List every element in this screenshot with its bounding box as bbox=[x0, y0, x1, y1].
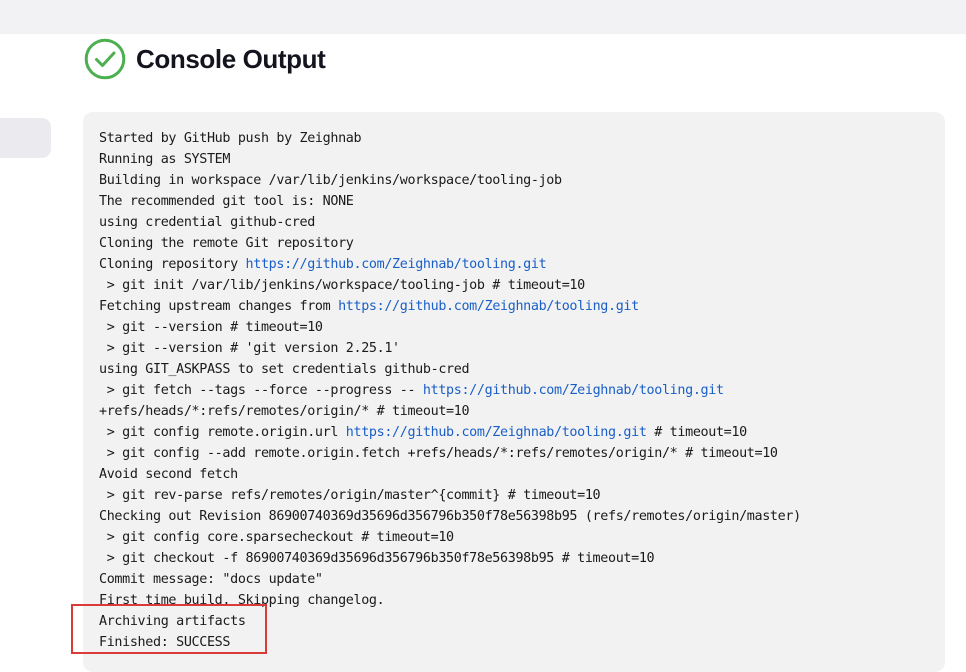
console-text: +refs/heads/*:refs/remotes/origin/* # ti… bbox=[99, 404, 470, 419]
console-line: Running as SYSTEM bbox=[99, 149, 945, 170]
console-line: +refs/heads/*:refs/remotes/origin/* # ti… bbox=[99, 401, 945, 422]
console-line: Commit message: "docs update" bbox=[99, 569, 945, 590]
console-text: using credential github-cred bbox=[99, 215, 315, 230]
console-text: > git config remote.origin.url bbox=[99, 425, 346, 440]
console-text: Running as SYSTEM bbox=[99, 152, 231, 167]
repository-link[interactable]: https://github.com/Zeighnab/tooling.git bbox=[346, 425, 647, 440]
console-text: Cloning repository bbox=[99, 257, 246, 272]
top-header-bar bbox=[0, 0, 966, 34]
annotation-highlight-box bbox=[71, 604, 267, 654]
console-text: # timeout=10 bbox=[646, 425, 747, 440]
console-line: > git fetch --tags --force --progress --… bbox=[99, 380, 945, 401]
console-text: > git --version # timeout=10 bbox=[99, 320, 323, 335]
console-text: > git checkout -f 86900740369d35696d3567… bbox=[99, 551, 655, 566]
console-line: Building in workspace /var/lib/jenkins/w… bbox=[99, 170, 945, 191]
console-line: > git config core.sparsecheckout # timeo… bbox=[99, 527, 945, 548]
console-line: > git init /var/lib/jenkins/workspace/to… bbox=[99, 275, 945, 296]
console-text: Fetching upstream changes from bbox=[99, 299, 339, 314]
console-text: Checking out Revision 86900740369d35696d… bbox=[99, 509, 801, 524]
console-line: Started by GitHub push by Zeighnab bbox=[99, 128, 945, 149]
console-line: Cloning repository https://github.com/Ze… bbox=[99, 254, 945, 275]
console-text: Avoid second fetch bbox=[99, 467, 238, 482]
console-text: > git config core.sparsecheckout # timeo… bbox=[99, 530, 454, 545]
console-text: > git fetch --tags --force --progress -- bbox=[99, 383, 423, 398]
console-text: Building in workspace /var/lib/jenkins/w… bbox=[99, 173, 562, 188]
console-line: > git rev-parse refs/remotes/origin/mast… bbox=[99, 485, 945, 506]
console-log: Started by GitHub push by Zeighnab Runnin… bbox=[99, 128, 945, 653]
console-output-panel: Started by GitHub push by Zeighnab Runnin… bbox=[83, 112, 945, 672]
page-header: Console Output bbox=[84, 38, 326, 80]
console-line: > git config --add remote.origin.fetch +… bbox=[99, 443, 945, 464]
repository-link[interactable]: https://github.com/Zeighnab/tooling.git bbox=[423, 383, 724, 398]
console-line: using GIT_ASKPASS to set credentials git… bbox=[99, 359, 945, 380]
console-line: > git --version # timeout=10 bbox=[99, 317, 945, 338]
console-text: using GIT_ASKPASS to set credentials git… bbox=[99, 362, 470, 377]
console-text: The recommended git tool is: NONE bbox=[99, 194, 354, 209]
console-line: Avoid second fetch bbox=[99, 464, 945, 485]
console-line: The recommended git tool is: NONE bbox=[99, 191, 945, 212]
sidebar-nav-item[interactable] bbox=[0, 118, 51, 158]
page-title: Console Output bbox=[136, 43, 326, 74]
console-text: > git init /var/lib/jenkins/workspace/to… bbox=[99, 278, 586, 293]
console-line: > git checkout -f 86900740369d35696d3567… bbox=[99, 548, 945, 569]
console-line: > git config remote.origin.url https://g… bbox=[99, 422, 945, 443]
console-line: > git --version # 'git version 2.25.1' bbox=[99, 338, 945, 359]
repository-link[interactable]: https://github.com/Zeighnab/tooling.git bbox=[246, 257, 547, 272]
console-text: Started by GitHub push by Zeighnab bbox=[99, 131, 362, 146]
console-text: Commit message: "docs update" bbox=[99, 572, 323, 587]
console-text: > git --version # 'git version 2.25.1' bbox=[99, 341, 400, 356]
console-text: Cloning the remote Git repository bbox=[99, 236, 354, 251]
success-check-icon bbox=[84, 38, 126, 80]
console-text: > git rev-parse refs/remotes/origin/mast… bbox=[99, 488, 601, 503]
repository-link[interactable]: https://github.com/Zeighnab/tooling.git bbox=[338, 299, 639, 314]
console-line: Fetching upstream changes from https://g… bbox=[99, 296, 945, 317]
console-line: Checking out Revision 86900740369d35696d… bbox=[99, 506, 945, 527]
console-line: using credential github-cred bbox=[99, 212, 945, 233]
console-line: Cloning the remote Git repository bbox=[99, 233, 945, 254]
console-text: > git config --add remote.origin.fetch +… bbox=[99, 446, 778, 461]
